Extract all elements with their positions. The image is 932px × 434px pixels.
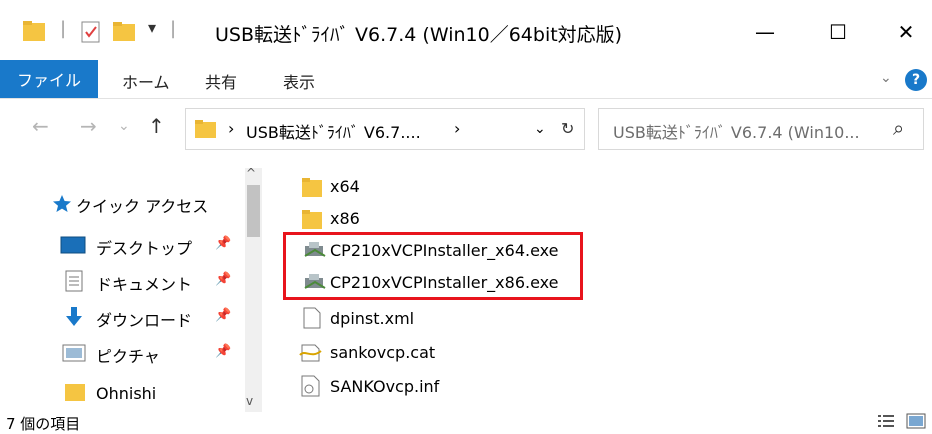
tab-home[interactable]: ホーム bbox=[122, 69, 170, 93]
nav-item-label: ドキュメント bbox=[96, 275, 193, 294]
nav-item-ohnishi[interactable]: Ohnishi bbox=[0, 374, 245, 408]
address-dropdown-icon[interactable]: ⌄ bbox=[534, 121, 546, 137]
pin-icon: 📌 bbox=[215, 272, 232, 287]
tab-file[interactable]: ファイル bbox=[0, 60, 98, 98]
qa-separator: | bbox=[60, 18, 67, 39]
folder-icon bbox=[301, 208, 323, 234]
explorer-window: | ▾ | USB転送ﾄﾞﾗｲﾊﾞ V6.7.4 (Win10／64bit対応版… bbox=[0, 0, 932, 434]
qa-customize-icon[interactable]: ▾ bbox=[148, 18, 156, 37]
file-row-sankovcp-inf[interactable]: SANKOvcp.inf bbox=[295, 370, 795, 404]
desktop-icon bbox=[60, 236, 86, 260]
ribbon-tabs: ファイル ホーム 共有 表示 ⌄ ? bbox=[0, 60, 932, 99]
help-icon[interactable]: ? bbox=[905, 69, 927, 91]
up-icon[interactable]: ↑ bbox=[148, 114, 165, 138]
breadcrumb-separator-icon[interactable]: › bbox=[454, 119, 460, 138]
file-name: dpinst.xml bbox=[330, 309, 415, 328]
folder-icon bbox=[22, 20, 48, 44]
new-folder-icon[interactable] bbox=[112, 20, 138, 44]
navigation-pane: クイック アクセス デスクトップ 📌 ドキュメント 📌 ダウンロード 📌 ピクチ… bbox=[0, 160, 262, 410]
qa-separator: | bbox=[170, 18, 177, 39]
details-view-icon[interactable] bbox=[877, 413, 895, 429]
ribbon-expand-icon[interactable]: ⌄ bbox=[880, 70, 892, 86]
pin-icon: 📌 bbox=[215, 344, 232, 359]
tab-share[interactable]: 共有 bbox=[205, 69, 237, 93]
nav-item-downloads[interactable]: ダウンロード 📌 bbox=[0, 300, 245, 334]
properties-icon[interactable] bbox=[80, 20, 102, 44]
status-bar: 7 個の項目 bbox=[0, 410, 932, 434]
recent-locations-icon[interactable]: ⌄ bbox=[118, 118, 130, 134]
scroll-up-icon[interactable]: ^ bbox=[246, 166, 256, 180]
file-row-x64[interactable]: x64 bbox=[295, 170, 795, 204]
title-bar: | ▾ | USB転送ﾄﾞﾗｲﾊﾞ V6.7.4 (Win10／64bit対応版… bbox=[0, 0, 932, 60]
back-icon[interactable]: ← bbox=[32, 114, 49, 138]
file-row-sankovcp-cat[interactable]: sankovcp.cat bbox=[295, 336, 795, 370]
item-count: 7 個の項目 bbox=[6, 415, 81, 433]
file-name: SANKOvcp.inf bbox=[330, 377, 440, 396]
nav-item-quick-access[interactable]: クイック アクセス bbox=[0, 186, 245, 220]
nav-item-label: ピクチャ bbox=[96, 347, 160, 366]
nav-item-documents[interactable]: ドキュメント 📌 bbox=[0, 264, 245, 298]
address-row: ← → ⌄ ↑ › USB転送ﾄﾞﾗｲﾊﾞ V6.7.... › ⌄ ↻ USB… bbox=[0, 108, 932, 152]
nav-item-label: ダウンロード bbox=[96, 311, 193, 330]
tab-view[interactable]: 表示 bbox=[283, 69, 315, 93]
pin-icon: 📌 bbox=[215, 236, 232, 251]
search-input[interactable]: USB転送ﾄﾞﾗｲﾊﾞ V6.7.4 (Win10... bbox=[613, 119, 860, 143]
breadcrumb[interactable]: USB転送ﾄﾞﾗｲﾊﾞ V6.7.... bbox=[246, 119, 421, 143]
large-icons-view-icon[interactable] bbox=[906, 413, 926, 429]
folder-icon bbox=[64, 380, 86, 406]
pin-icon: 📌 bbox=[215, 308, 232, 323]
setup-info-file-icon bbox=[301, 375, 321, 401]
nav-scrollbar-thumb[interactable] bbox=[247, 185, 260, 237]
refresh-icon[interactable]: ↻ bbox=[561, 119, 574, 138]
download-icon bbox=[64, 306, 84, 332]
file-name: x64 bbox=[330, 177, 360, 196]
forward-icon[interactable]: → bbox=[80, 114, 97, 138]
nav-item-label: Ohnishi bbox=[96, 384, 157, 403]
nav-item-label: デスクトップ bbox=[96, 239, 193, 258]
search-icon[interactable]: ⌕ bbox=[893, 116, 904, 140]
pictures-icon bbox=[62, 344, 86, 366]
document-icon bbox=[64, 270, 84, 296]
nav-item-pictures[interactable]: ピクチャ 📌 bbox=[0, 336, 245, 370]
folder-icon bbox=[301, 176, 323, 202]
highlight-box bbox=[283, 232, 583, 300]
close-button[interactable]: ✕ bbox=[876, 10, 932, 54]
nav-item-label: クイック アクセス bbox=[76, 197, 209, 216]
maximize-button[interactable]: ☐ bbox=[808, 10, 868, 54]
window-title: USB転送ﾄﾞﾗｲﾊﾞ V6.7.4 (Win10／64bit対応版) bbox=[215, 24, 623, 46]
minimize-button[interactable]: — bbox=[735, 10, 795, 54]
breadcrumb-separator-icon[interactable]: › bbox=[228, 119, 234, 138]
scroll-down-icon[interactable]: v bbox=[246, 394, 253, 408]
file-name: x86 bbox=[330, 209, 360, 228]
folder-icon bbox=[194, 118, 218, 144]
search-box[interactable]: USB転送ﾄﾞﾗｲﾊﾞ V6.7.4 (Win10... ⌕ bbox=[598, 108, 924, 150]
nav-item-desktop[interactable]: デスクトップ 📌 bbox=[0, 228, 245, 262]
file-row-x86[interactable]: x86 bbox=[295, 202, 795, 236]
star-icon bbox=[52, 194, 72, 218]
file-name: sankovcp.cat bbox=[330, 343, 436, 362]
catalog-file-icon bbox=[299, 341, 323, 367]
xml-file-icon bbox=[303, 307, 321, 333]
address-bar[interactable]: › USB転送ﾄﾞﾗｲﾊﾞ V6.7.... › ⌄ ↻ bbox=[185, 108, 585, 150]
file-row-dpinst[interactable]: dpinst.xml bbox=[295, 302, 795, 336]
